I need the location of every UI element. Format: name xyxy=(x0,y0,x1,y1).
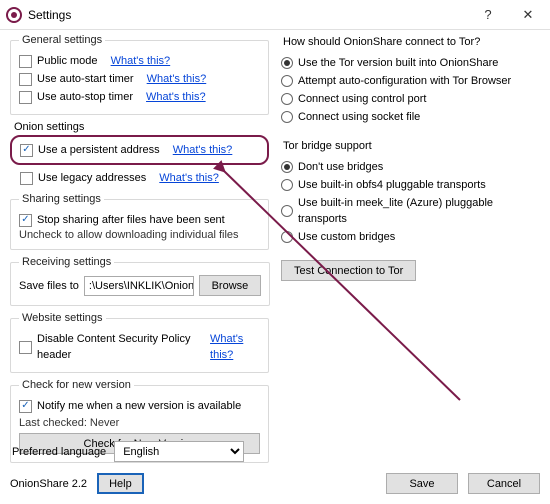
bridge-none-label: Don't use bridges xyxy=(298,159,383,175)
csp-checkbox[interactable] xyxy=(19,341,32,354)
tor-connect-headline: How should OnionShare connect to Tor? xyxy=(283,36,540,48)
help-icon[interactable]: ? xyxy=(468,1,508,29)
public-mode-whats-this[interactable]: What's this? xyxy=(111,53,171,69)
tor-socket-radio[interactable] xyxy=(281,111,293,123)
tor-socket-label: Connect using socket file xyxy=(298,109,420,125)
receiving-settings-group: Receiving settings Save files to :\Users… xyxy=(10,256,270,306)
auto-start-label: Use auto-start timer xyxy=(37,71,134,87)
update-legend: Check for new version xyxy=(19,379,134,391)
cancel-button[interactable]: Cancel xyxy=(468,473,540,494)
auto-start-checkbox[interactable] xyxy=(19,73,32,86)
auto-start-whats-this[interactable]: What's this? xyxy=(147,71,207,87)
bridge-headline: Tor bridge support xyxy=(283,140,540,152)
stop-sharing-checkbox[interactable] xyxy=(19,214,32,227)
bridge-custom-label: Use custom bridges xyxy=(298,229,395,245)
legacy-address-checkbox[interactable] xyxy=(20,172,33,185)
window-buttons: ? ✕ xyxy=(468,1,548,29)
website-legend: Website settings xyxy=(19,312,106,324)
general-legend: General settings xyxy=(19,34,105,46)
onion-legend: Onion settings xyxy=(14,121,269,133)
save-button[interactable]: Save xyxy=(386,473,458,494)
website-settings-group: Website settings Disable Content Securit… xyxy=(10,312,269,373)
bridge-meek-label: Use built-in meek_lite (Azure) pluggable… xyxy=(298,195,540,227)
persistent-whats-this[interactable]: What's this? xyxy=(173,142,233,158)
bridge-custom-radio[interactable] xyxy=(281,231,293,243)
help-button[interactable]: Help xyxy=(97,473,144,494)
persistent-address-highlight: Use a persistent address What's this? xyxy=(10,135,269,165)
language-select[interactable]: English xyxy=(114,441,244,462)
sharing-legend: Sharing settings xyxy=(19,193,104,205)
save-path-input[interactable]: :\Users\INKLIK\OnionShare xyxy=(84,276,194,296)
bridge-none-radio[interactable] xyxy=(281,161,293,173)
sharing-settings-group: Sharing settings Stop sharing after file… xyxy=(10,193,269,250)
auto-stop-label: Use auto-stop timer xyxy=(37,89,133,105)
language-row: Preferred language English xyxy=(12,441,244,462)
bridge-obfs4-label: Use built-in obfs4 pluggable transports xyxy=(298,177,486,193)
legacy-address-label: Use legacy addresses xyxy=(38,170,146,186)
receiving-legend: Receiving settings xyxy=(19,256,114,268)
tor-browser-label: Attempt auto-configuration with Tor Brow… xyxy=(298,73,511,89)
footer: OnionShare 2.2 Help Save Cancel xyxy=(10,473,540,494)
test-tor-button[interactable]: Test Connection to Tor xyxy=(281,260,416,281)
browse-button[interactable]: Browse xyxy=(199,275,262,296)
tor-control-label: Connect using control port xyxy=(298,91,426,107)
titlebar: Settings ? ✕ xyxy=(0,0,550,30)
legacy-whats-this[interactable]: What's this? xyxy=(159,170,219,186)
notify-update-checkbox[interactable] xyxy=(19,400,32,413)
stop-sharing-label: Stop sharing after files have been sent xyxy=(37,212,225,228)
auto-stop-checkbox[interactable] xyxy=(19,91,32,104)
bridge-obfs4-radio[interactable] xyxy=(281,179,293,191)
persistent-address-checkbox[interactable] xyxy=(20,144,33,157)
persistent-address-label: Use a persistent address xyxy=(38,142,160,158)
public-mode-checkbox[interactable] xyxy=(19,55,32,68)
close-icon[interactable]: ✕ xyxy=(508,1,548,29)
save-files-label: Save files to xyxy=(19,278,79,294)
auto-stop-whats-this[interactable]: What's this? xyxy=(146,89,206,105)
sharing-note: Uncheck to allow downloading individual … xyxy=(19,229,260,241)
bridge-meek-radio[interactable] xyxy=(281,205,293,217)
notify-update-label: Notify me when a new version is availabl… xyxy=(37,398,241,414)
window-title: Settings xyxy=(28,8,468,22)
public-mode-label: Public mode xyxy=(37,53,98,69)
tor-builtin-radio[interactable] xyxy=(281,57,293,69)
tor-builtin-label: Use the Tor version built into OnionShar… xyxy=(298,55,498,71)
csp-label: Disable Content Security Policy header xyxy=(37,331,197,363)
last-checked-label: Last checked: Never xyxy=(19,417,260,429)
version-label: OnionShare 2.2 xyxy=(10,478,87,490)
tor-control-radio[interactable] xyxy=(281,93,293,105)
csp-whats-this[interactable]: What's this? xyxy=(210,331,260,363)
language-label: Preferred language xyxy=(12,446,106,458)
tor-browser-radio[interactable] xyxy=(281,75,293,87)
general-settings-group: General settings Public mode What's this… xyxy=(10,34,269,115)
onionshare-icon xyxy=(6,7,22,23)
